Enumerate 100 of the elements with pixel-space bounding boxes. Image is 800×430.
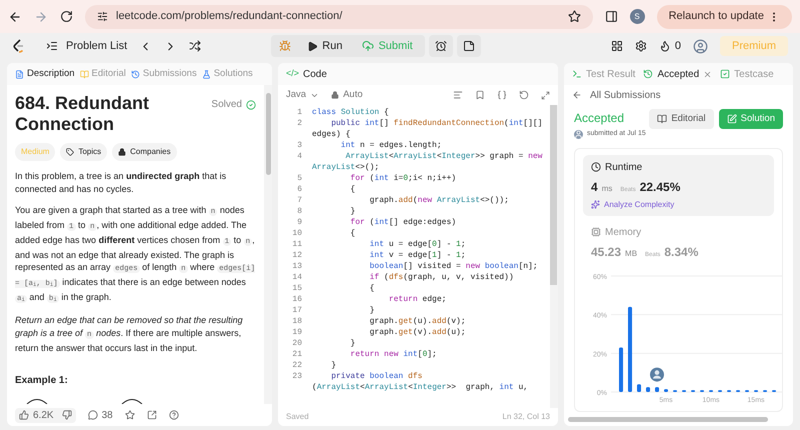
thumbs-down-icon[interactable] [62, 410, 72, 420]
flask-icon [202, 70, 211, 78]
metric-label: Memory [591, 224, 766, 240]
url-text: leetcode.com/problems/redundant-connection/ [116, 9, 342, 24]
code-line: { [349, 228, 356, 239]
language-dropdown[interactable]: Java [286, 88, 320, 102]
logo-icon[interactable] [12, 39, 26, 53]
share-icon[interactable] [146, 410, 157, 420]
bookmark-icon[interactable] [475, 90, 485, 100]
relaunch-button[interactable]: Relaunch to update [656, 4, 792, 28]
streak-counter[interactable]: 0 [658, 38, 681, 54]
line-number: 1 [296, 107, 302, 118]
metric-unit: MB [625, 248, 638, 260]
difficulty-badge: Medium [15, 143, 56, 161]
side-panel-icon[interactable] [604, 10, 618, 23]
layout-icon[interactable] [610, 40, 623, 52]
comment-icon [88, 410, 98, 420]
problem-list-button[interactable]: Problem List [46, 38, 128, 54]
bookmark-star-icon[interactable] [568, 10, 581, 23]
site-settings-icon[interactable] [97, 11, 108, 22]
checkbox-icon [720, 69, 730, 79]
code-line: for (int i=0;i< n;i++) [349, 173, 456, 184]
braces-icon[interactable] [497, 90, 507, 100]
line-number: 3 [296, 140, 302, 151]
code-line: public int[] findRedundantConnection(int[][] [330, 118, 542, 129]
cursor-position: Ln 32, Col 13 [502, 411, 550, 423]
code-line: return new int[0]; [349, 349, 437, 360]
panel-tab[interactable]: Description [15, 66, 75, 82]
note-icon [462, 40, 475, 52]
code-line: if (dfs(graph, u, v, visited)) [368, 272, 514, 283]
line-number: 19 [291, 327, 302, 338]
address-bar[interactable]: leetcode.com/problems/redundant-connection/ [85, 4, 593, 28]
code-line: } [349, 338, 356, 349]
shuffle-icon[interactable] [189, 40, 202, 52]
line-number: 5 [296, 173, 302, 184]
book-icon [657, 114, 668, 124]
code-line: int v = edge[1] - 1; [368, 250, 466, 261]
edit-icon [726, 114, 737, 124]
close-icon[interactable] [703, 70, 712, 78]
line-number: 13 [291, 261, 302, 272]
line-number: 22 [291, 360, 302, 371]
format-icon[interactable] [453, 90, 463, 100]
code-line: } [330, 360, 336, 371]
history-icon [130, 70, 140, 78]
cloud-upload-icon [362, 40, 374, 52]
favorite-star-icon[interactable] [124, 410, 135, 420]
comments-button[interactable]: 38 [88, 408, 113, 422]
code-line: boolean[] visited = new boolean[n]; [368, 261, 538, 272]
line-number: 11 [291, 239, 302, 250]
line-number: 15 [291, 283, 302, 294]
settings-icon[interactable] [634, 40, 647, 52]
document-icon [15, 70, 24, 78]
metric-value: 4 [591, 178, 598, 196]
code-line: edges) { [312, 129, 350, 140]
chart-bar [619, 347, 624, 392]
code-line: } [368, 305, 374, 316]
code-line: return edge; [388, 294, 446, 305]
problem-title: 684. Redundant Connection [15, 93, 150, 135]
run-button[interactable]: Run [299, 38, 350, 54]
tag-chip[interactable]: Companies [112, 143, 177, 161]
panel-tab[interactable]: Accepted [643, 66, 712, 82]
reset-icon[interactable] [519, 90, 529, 100]
editorial-button[interactable]: Editorial [649, 109, 714, 129]
metric-unit: ms [602, 182, 612, 194]
solved-status: Solved [211, 97, 256, 112]
expand-icon[interactable] [541, 90, 550, 100]
example-heading: Example 1: [15, 374, 69, 388]
notes-button[interactable] [456, 35, 481, 57]
line-number: 17 [291, 305, 302, 316]
play-icon [307, 40, 318, 52]
analyze-complexity-link[interactable]: Analyze Complexity [591, 198, 766, 210]
like-button[interactable]: 6.2K [15, 408, 76, 422]
sparkle-icon [591, 200, 600, 209]
line-number: 6 [296, 184, 302, 195]
terminal-icon [572, 69, 582, 79]
code-icon: </> [286, 67, 300, 81]
verdict-text: Accepted [574, 110, 626, 127]
timer-button[interactable] [428, 35, 453, 57]
reload-icon[interactable] [60, 10, 73, 23]
line-number: 18 [291, 316, 302, 327]
line-number: 14 [291, 272, 302, 283]
book-icon [80, 70, 89, 78]
code-line: private boolean dfs [330, 371, 422, 382]
thumbs-up-icon [19, 410, 29, 420]
avatar-icon[interactable] [692, 38, 708, 54]
line-number: 21 [291, 349, 302, 360]
code-line: for (int[] edge:edges) [349, 217, 456, 228]
alarm-clock-icon [434, 40, 447, 52]
auto-mode-label: Auto [331, 88, 363, 102]
beats-percentage: 22.45% [640, 178, 680, 196]
code-line: } [349, 206, 356, 217]
tag-chip[interactable]: Topics [60, 143, 108, 161]
chart-bar [664, 388, 668, 392]
line-number: 2 [296, 118, 302, 129]
profile-avatar[interactable]: S [630, 9, 645, 24]
back-icon[interactable] [8, 10, 22, 24]
all-submissions-link[interactable]: All Submissions [564, 85, 793, 105]
code-line: int u = edge[0] - 1; [368, 239, 466, 250]
code-tab[interactable]: Code [303, 66, 327, 82]
help-icon[interactable] [168, 410, 179, 420]
